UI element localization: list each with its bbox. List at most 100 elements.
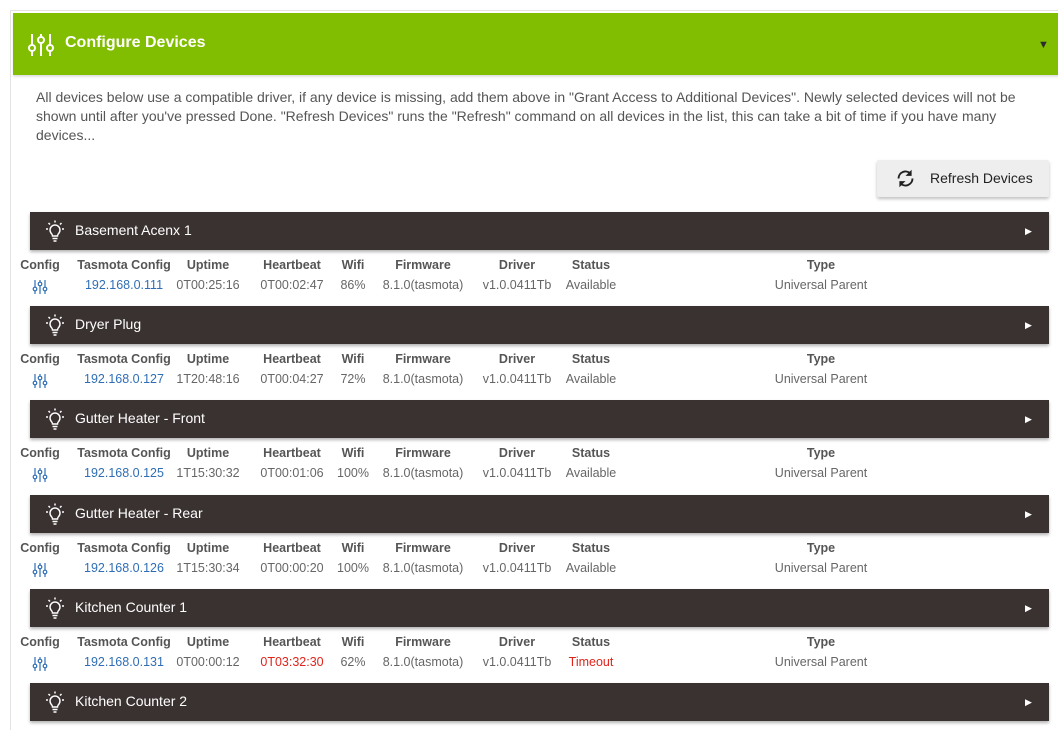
- uptime-value: 1T15:30:34: [176, 561, 240, 575]
- column-header: Tasmota Config: [77, 352, 171, 366]
- config-sliders-icon[interactable]: [32, 562, 48, 578]
- column-header: Heartbeat: [263, 541, 321, 555]
- column-header: Firmware: [395, 446, 451, 460]
- column-header: Config: [20, 446, 60, 460]
- lightbulb-icon: [46, 691, 64, 713]
- column-header: Status: [571, 258, 611, 272]
- expand-caret-icon[interactable]: ▶: [1025, 697, 1032, 708]
- heartbeat-value: 0T00:00:20: [260, 561, 324, 575]
- wifi-value: 62%: [340, 655, 366, 669]
- wifi-value: 72%: [340, 372, 366, 386]
- column-header: Type: [806, 258, 836, 272]
- column-header: Firmware: [395, 541, 451, 555]
- lightbulb-icon: [46, 503, 64, 525]
- tasmota-config-link[interactable]: 192.168.0.127: [84, 372, 164, 386]
- type-value: Universal Parent: [774, 278, 868, 292]
- config-sliders-icon[interactable]: [32, 279, 48, 295]
- device-name: Basement Acenx 1: [75, 222, 192, 238]
- column-header: Status: [571, 352, 611, 366]
- column-header: Wifi: [341, 258, 365, 272]
- device-details-row: Config Tasmota Config Uptime Heartbeat Wifi F…: [11, 258, 1058, 302]
- status-value: Available: [565, 561, 617, 575]
- heartbeat-value: 0T00:01:06: [260, 466, 324, 480]
- expand-caret-icon[interactable]: ▶: [1025, 320, 1032, 331]
- column-header: Uptime: [186, 352, 230, 366]
- expand-caret-icon[interactable]: ▶: [1025, 509, 1032, 520]
- column-header: Uptime: [186, 541, 230, 555]
- expand-caret-icon[interactable]: ▶: [1025, 226, 1032, 237]
- device-header[interactable]: Kitchen Counter 2 ▶: [30, 683, 1049, 721]
- firmware-value: 8.1.0(tasmota): [382, 561, 464, 575]
- column-header: Type: [806, 352, 836, 366]
- tasmota-config-link[interactable]: 192.168.0.131: [84, 655, 164, 669]
- device-details-row: Config Tasmota Config Uptime Heartbeat Wifi F…: [11, 446, 1058, 490]
- driver-value: v1.0.0411Tb: [482, 466, 552, 480]
- type-value: Universal Parent: [774, 372, 868, 386]
- column-header: Tasmota Config: [77, 446, 171, 460]
- column-header: Config: [20, 635, 60, 649]
- wifi-value: 86%: [340, 278, 366, 292]
- column-header: Firmware: [395, 635, 451, 649]
- device-header[interactable]: Kitchen Counter 1 ▶: [30, 589, 1049, 627]
- device-header[interactable]: Basement Acenx 1 ▶: [30, 212, 1049, 250]
- device-details-row: Config Tasmota Config Uptime Heartbeat Wifi F…: [11, 352, 1058, 396]
- column-header: Status: [571, 635, 611, 649]
- wifi-value: 100%: [337, 466, 369, 480]
- column-header: Config: [20, 352, 60, 366]
- refresh-devices-label: Refresh Devices: [930, 170, 1033, 186]
- column-header: Driver: [498, 541, 536, 555]
- column-header: Type: [806, 635, 836, 649]
- device-header[interactable]: Gutter Heater - Rear ▶: [30, 495, 1049, 533]
- lightbulb-icon: [46, 408, 64, 430]
- collapse-caret-icon[interactable]: ▼: [1038, 39, 1049, 51]
- type-value: Universal Parent: [774, 466, 868, 480]
- tasmota-config-link[interactable]: 192.168.0.111: [85, 278, 163, 292]
- firmware-value: 8.1.0(tasmota): [382, 466, 464, 480]
- tasmota-config-link[interactable]: 192.168.0.126: [84, 561, 164, 575]
- config-sliders-icon[interactable]: [32, 656, 48, 672]
- column-header: Type: [806, 446, 836, 460]
- column-header: Driver: [498, 635, 536, 649]
- uptime-value: 0T00:00:12: [176, 655, 240, 669]
- refresh-devices-button[interactable]: Refresh Devices: [877, 160, 1049, 197]
- driver-value: v1.0.0411Tb: [482, 561, 552, 575]
- column-header: Wifi: [341, 541, 365, 555]
- device-name: Gutter Heater - Front: [75, 410, 205, 426]
- configure-devices-header[interactable]: Configure Devices ▼: [13, 13, 1058, 75]
- tasmota-config-link[interactable]: 192.168.0.125: [84, 466, 164, 480]
- lightbulb-icon: [46, 314, 64, 336]
- column-header: Status: [571, 541, 611, 555]
- column-header: Wifi: [341, 352, 365, 366]
- column-header: Uptime: [186, 635, 230, 649]
- column-header: Driver: [498, 352, 536, 366]
- heartbeat-value: 0T00:04:27: [260, 372, 324, 386]
- status-value: Available: [565, 278, 617, 292]
- device-header[interactable]: Gutter Heater - Front ▶: [30, 400, 1049, 438]
- lightbulb-icon: [46, 597, 64, 619]
- device-details-row: Config Tasmota Config Uptime Heartbeat Wifi F…: [11, 541, 1058, 585]
- expand-caret-icon[interactable]: ▶: [1025, 414, 1032, 425]
- device-name: Kitchen Counter 1: [75, 599, 188, 615]
- column-header: Firmware: [395, 258, 451, 272]
- status-value: Available: [565, 466, 617, 480]
- column-header: Type: [806, 541, 836, 555]
- column-header: Uptime: [186, 446, 230, 460]
- firmware-value: 8.1.0(tasmota): [382, 655, 464, 669]
- heartbeat-value: 0T03:32:30: [260, 655, 324, 669]
- status-value: Available: [565, 372, 617, 386]
- column-header: Heartbeat: [263, 635, 321, 649]
- column-header: Tasmota Config: [77, 635, 171, 649]
- device-name: Gutter Heater - Rear: [75, 505, 203, 521]
- driver-value: v1.0.0411Tb: [482, 655, 552, 669]
- config-sliders-icon[interactable]: [32, 467, 48, 483]
- column-header: Config: [20, 258, 60, 272]
- device-header[interactable]: Dryer Plug ▶: [30, 306, 1049, 344]
- driver-value: v1.0.0411Tb: [482, 278, 552, 292]
- expand-caret-icon[interactable]: ▶: [1025, 603, 1032, 614]
- driver-value: v1.0.0411Tb: [482, 372, 552, 386]
- column-header: Wifi: [341, 635, 365, 649]
- type-value: Universal Parent: [774, 655, 868, 669]
- firmware-value: 8.1.0(tasmota): [382, 278, 464, 292]
- config-sliders-icon[interactable]: [32, 373, 48, 389]
- column-header: Status: [571, 446, 611, 460]
